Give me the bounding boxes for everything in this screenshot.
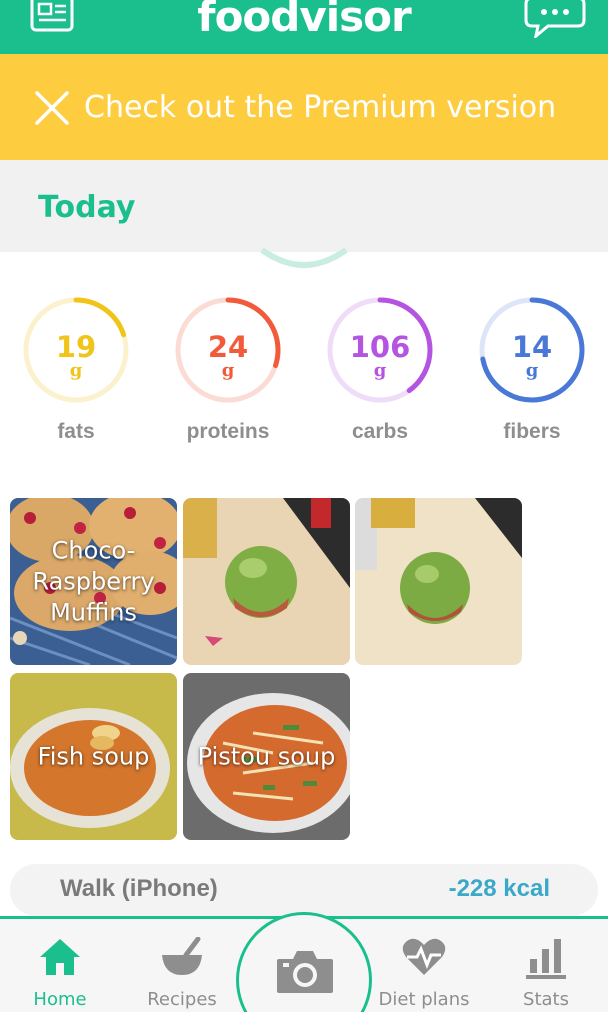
tab-recipes[interactable]: Recipes (122, 919, 242, 1012)
meal-label: Choco- Raspberry Muffins (32, 536, 155, 626)
top-bar: foodvisor (0, 0, 608, 54)
macro-value: 106 (349, 330, 411, 364)
tab-label: Recipes (147, 989, 217, 1010)
meal-tile-pistou-soup[interactable]: Pistou soup (183, 673, 350, 840)
tab-label: Stats (523, 989, 569, 1010)
bar-chart-icon (526, 939, 566, 979)
premium-banner[interactable]: Check out the Premium version (0, 54, 608, 160)
chat-icon[interactable] (524, 0, 586, 38)
macro-proteins: 24 g proteins (172, 294, 284, 454)
tab-label: Diet plans (378, 989, 470, 1010)
close-icon[interactable] (34, 90, 70, 126)
macro-name: fats (57, 420, 95, 443)
app-logo: foodvisor (197, 0, 411, 41)
macro-unit: g (373, 360, 387, 381)
macro-fibers: 14 g fibers (476, 294, 588, 454)
meal-label: Fish soup (37, 742, 150, 770)
calorie-ring-edge (260, 247, 348, 268)
macro-unit: g (69, 360, 83, 381)
meal-tile-apple-1[interactable] (183, 498, 350, 665)
home-icon (40, 939, 80, 975)
macro-value: 19 (55, 330, 97, 364)
meal-tile-muffins[interactable]: Choco- Raspberry Muffins (10, 498, 177, 665)
meal-tile-apple-2[interactable] (355, 498, 522, 665)
apple-photo (355, 498, 522, 665)
macro-name: fibers (503, 420, 561, 443)
macro-carbs: 106 g carbs (324, 294, 436, 454)
premium-message[interactable]: Check out the Premium version (84, 90, 556, 125)
tab-label: Home (33, 989, 87, 1010)
macro-value: 24 (207, 330, 249, 364)
macro-unit: g (221, 360, 235, 381)
tab-diet-plans[interactable]: Diet plans (364, 919, 484, 1012)
tab-home[interactable]: Home (0, 919, 120, 1012)
meal-label: Pistou soup (197, 742, 336, 770)
activity-kcal: -228 kcal (448, 875, 550, 902)
apple-photo (183, 498, 350, 665)
activity-name: Walk (iPhone) (60, 875, 218, 902)
heart-pulse-icon (402, 938, 446, 975)
day-label[interactable]: Today (38, 190, 135, 225)
macro-value: 14 (511, 330, 553, 364)
macro-unit: g (525, 360, 539, 381)
tab-stats[interactable]: Stats (486, 919, 606, 1012)
bowl-icon (162, 937, 202, 975)
macro-fats: 19 g fats (20, 294, 132, 454)
macro-name: carbs (351, 420, 409, 443)
camera-icon (277, 951, 333, 993)
activity-row[interactable]: Walk (iPhone) -228 kcal (10, 864, 598, 916)
date-header: Today (0, 160, 608, 252)
macro-name: proteins (186, 420, 270, 443)
meal-tile-fish-soup[interactable]: Fish soup (10, 673, 177, 840)
